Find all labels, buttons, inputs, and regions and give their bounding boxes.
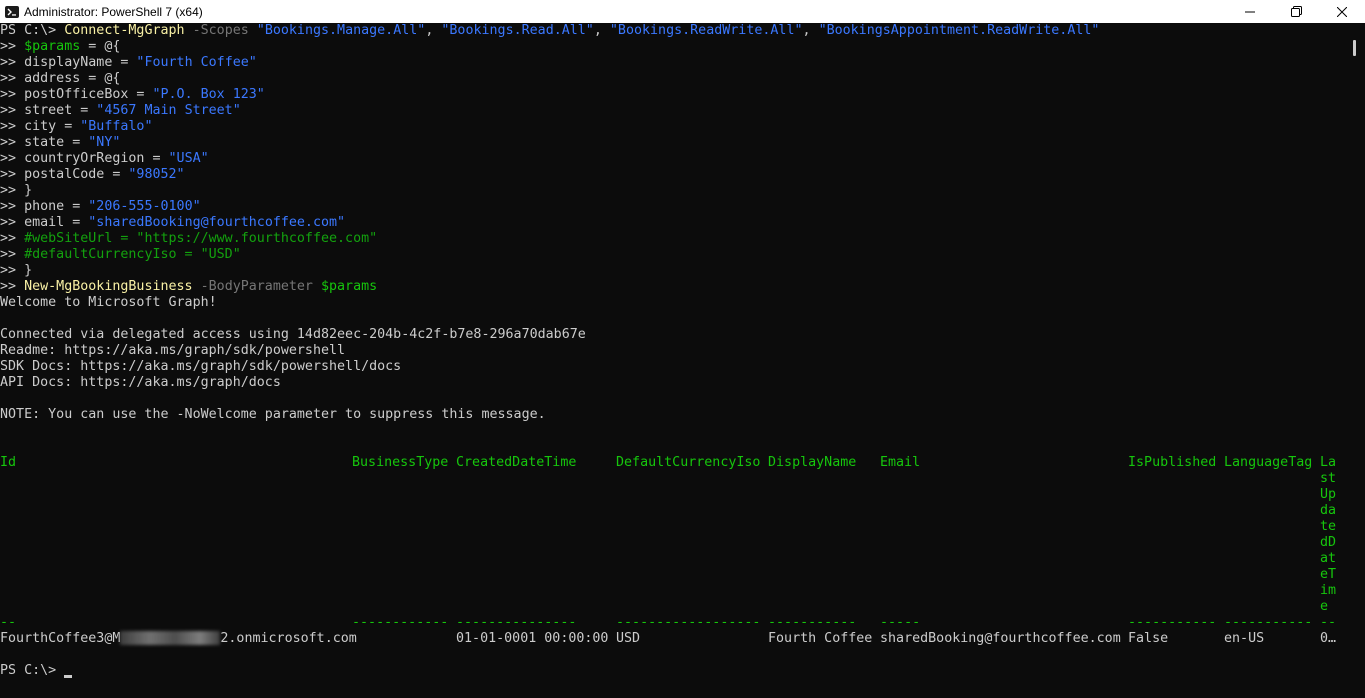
window-title-bar[interactable]: Administrator: PowerShell 7 (x64) bbox=[0, 0, 1365, 23]
note-message: NOTE: You can use the -NoWelcome paramet… bbox=[0, 407, 546, 422]
input-line: >> phone = "206-555-0100" bbox=[0, 199, 201, 214]
table-header-last-updated: Up bbox=[1320, 487, 1337, 502]
input-line: >> } bbox=[0, 263, 33, 278]
window-title: Administrator: PowerShell 7 (x64) bbox=[24, 4, 203, 19]
input-line: >> state = "NY" bbox=[0, 135, 121, 150]
table-separator: ------------------ bbox=[616, 615, 761, 630]
table-separator: ----------- bbox=[1128, 615, 1217, 630]
welcome-message: Welcome to Microsoft Graph! bbox=[0, 295, 217, 310]
restore-icon bbox=[1290, 6, 1302, 17]
input-line: >> countryOrRegion = "USA" bbox=[0, 151, 209, 166]
powershell-app-icon bbox=[4, 4, 20, 20]
table-separator: -- bbox=[0, 615, 17, 630]
table-separator: ----------- bbox=[768, 615, 857, 630]
table-header-last-updated: e bbox=[1320, 599, 1329, 614]
table-header-last-updated: da bbox=[1320, 503, 1337, 518]
input-line: >> $params = @{ bbox=[0, 39, 121, 54]
input-line: >> email = "sharedBooking@fourthcoffee.c… bbox=[0, 215, 346, 230]
table-separator: ------------ bbox=[352, 615, 449, 630]
table-header-last-updated: at bbox=[1320, 551, 1337, 566]
input-line: >> street = "4567 Main Street" bbox=[0, 103, 241, 118]
text-cursor bbox=[64, 675, 73, 678]
table-cell-language-tag: en-US bbox=[1224, 631, 1265, 646]
scrollbar-thumb[interactable] bbox=[1353, 40, 1356, 56]
table-header-last-updated: dD bbox=[1320, 535, 1337, 550]
input-line: >> address = @{ bbox=[0, 71, 121, 86]
sdk-docs-link: SDK Docs: https://aka.ms/graph/sdk/power… bbox=[0, 359, 402, 374]
command-line-new-booking: >> New-MgBookingBusiness -BodyParameter … bbox=[0, 279, 378, 294]
readme-link: Readme: https://aka.ms/graph/sdk/powersh… bbox=[0, 343, 346, 358]
terminal-output[interactable]: PS C:\> Connect-MgGraph -Scopes "Booking… bbox=[0, 23, 1345, 698]
close-button[interactable] bbox=[1319, 0, 1365, 23]
input-line: >> postalCode = "98052" bbox=[0, 167, 185, 182]
table-cell-display-name: Fourth Coffee bbox=[768, 631, 873, 646]
table-cell-currency: USD bbox=[616, 631, 641, 646]
table-header-language-tag: LanguageTag bbox=[1224, 455, 1313, 470]
table-header-business-type: BusinessType bbox=[352, 455, 449, 470]
table-cell-email: sharedBooking@fourthcoffee.com bbox=[880, 631, 1121, 646]
input-line: >> postOfficeBox = "P.O. Box 123" bbox=[0, 87, 265, 102]
table-header-last-updated: im bbox=[1320, 583, 1337, 598]
table-header-last-updated: te bbox=[1320, 519, 1337, 534]
table-header-last-updated: La bbox=[1320, 455, 1337, 470]
table-header-is-published: IsPublished bbox=[1128, 455, 1217, 470]
table-header-last-updated: st bbox=[1320, 471, 1337, 486]
table-cell-last-updated: 0… bbox=[1320, 631, 1337, 646]
command-line-connect: PS C:\> Connect-MgGraph -Scopes "Booking… bbox=[0, 23, 1100, 38]
table-cell-id: FourthCoffee3@M 2.onmicrosoft.com bbox=[0, 631, 357, 646]
redacted-blur bbox=[120, 631, 221, 645]
prompt-line[interactable]: PS C:\> bbox=[0, 663, 73, 679]
table-header-last-updated: eT bbox=[1320, 567, 1337, 582]
close-icon bbox=[1337, 6, 1347, 17]
table-header-id: Id bbox=[0, 455, 17, 470]
minimize-icon bbox=[1245, 11, 1255, 12]
input-line: >> #webSiteUrl = "https://www.fourthcoff… bbox=[0, 231, 378, 246]
vertical-scrollbar[interactable] bbox=[1345, 23, 1365, 698]
input-line: >> #defaultCurrencyIso = "USD" bbox=[0, 247, 241, 262]
minimize-button[interactable] bbox=[1227, 0, 1273, 23]
table-separator: ----- bbox=[880, 615, 921, 630]
input-line: >> } bbox=[0, 183, 33, 198]
table-separator: ----------- bbox=[1224, 615, 1313, 630]
table-header-created: CreatedDateTime bbox=[456, 455, 577, 470]
input-line: >> city = "Buffalo" bbox=[0, 119, 153, 134]
restore-button[interactable] bbox=[1273, 0, 1319, 23]
table-header-currency: DefaultCurrencyIso bbox=[616, 455, 761, 470]
table-cell-created: 01-01-0001 00:00:00 bbox=[456, 631, 609, 646]
table-header-display-name: DisplayName bbox=[768, 455, 857, 470]
table-header-email: Email bbox=[880, 455, 921, 470]
connected-message: Connected via delegated access using 14d… bbox=[0, 327, 586, 342]
table-separator: -- bbox=[1320, 615, 1337, 630]
api-docs-link: API Docs: https://aka.ms/graph/docs bbox=[0, 375, 281, 390]
table-cell-is-published: False bbox=[1128, 631, 1169, 646]
table-separator: --------------- bbox=[456, 615, 577, 630]
input-line: >> displayName = "Fourth Coffee" bbox=[0, 55, 257, 70]
